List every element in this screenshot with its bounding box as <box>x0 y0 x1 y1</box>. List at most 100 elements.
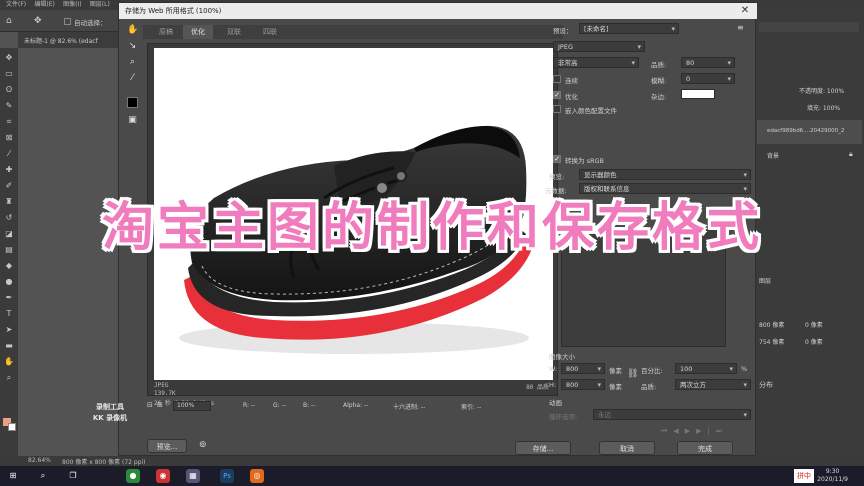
preview-button[interactable]: 预览... <box>147 439 187 453</box>
height-field[interactable]: 754 像素 <box>759 337 784 346</box>
lasso-icon[interactable]: ʘ <box>4 86 14 94</box>
frame-icon[interactable]: ⊠ <box>4 134 14 142</box>
browser-icon[interactable]: ⊚ <box>199 440 207 450</box>
blur-input[interactable]: 0 <box>681 73 735 84</box>
preview-mode-select[interactable]: 显示器颜色 <box>579 169 751 180</box>
browser-app-icon[interactable]: ● <box>126 469 140 483</box>
fill-field[interactable]: 填充: 100% <box>807 103 840 112</box>
blur-label: 模糊: <box>651 77 667 85</box>
media-app-icon[interactable]: ◉ <box>156 469 170 483</box>
width-field[interactable]: 800 像素 <box>759 320 784 329</box>
eyedropper-color-swatch[interactable] <box>127 97 138 108</box>
document-tab[interactable]: 未标题-1 @ 82.6% (edacf <box>18 32 118 48</box>
menu-layer[interactable]: 图层(L) <box>90 0 110 10</box>
slice-select-icon[interactable]: ↘ <box>127 41 138 52</box>
close-icon[interactable]: ✕ <box>739 3 751 19</box>
dialog-bottom-bar: ⊟ ⊞ 100% R: -- G: -- B: -- Alpha: -- 十六进… <box>143 401 563 455</box>
hand-icon[interactable]: ✋ <box>127 25 138 36</box>
menu-file[interactable]: 文件(F) <box>6 0 26 10</box>
shape-icon[interactable]: ▬ <box>4 342 14 350</box>
search-icon[interactable]: ⌕ <box>36 469 50 483</box>
marquee-icon[interactable]: ▭ <box>4 70 14 78</box>
width-label: W: <box>549 365 558 373</box>
layer-row-selected[interactable]: edacf989bd6....20429000_2 <box>757 120 862 144</box>
x-field[interactable]: 0 像素 <box>805 320 823 329</box>
hand-icon[interactable]: ✋ <box>4 358 14 366</box>
height-label: H: <box>549 381 557 389</box>
auto-select-label: 自动选择： <box>74 19 107 27</box>
clock-time: 9:30 <box>825 468 840 475</box>
distribute-label: 分布 <box>759 381 773 389</box>
percent-label: 百分比: <box>641 367 663 375</box>
ime-indicator[interactable]: 拼中 <box>794 469 814 483</box>
move-tool-icon[interactable]: ✥ <box>34 16 42 26</box>
percent-input[interactable]: 100 <box>675 363 737 374</box>
pen-icon[interactable]: ✒ <box>4 294 14 302</box>
menu-edit[interactable]: 编辑(E) <box>34 0 54 10</box>
embed-profile-checkbox[interactable] <box>553 105 561 113</box>
preset-select[interactable]: [未命名] <box>579 23 679 34</box>
zoom-icon[interactable]: ⌕ <box>4 374 14 382</box>
photoshop-app-icon[interactable]: Ps <box>220 469 234 483</box>
background-color-swatch[interactable] <box>8 423 16 431</box>
start-icon[interactable]: ⊞ <box>6 469 20 483</box>
height-input[interactable]: 800 <box>561 379 605 390</box>
eyedropper-icon[interactable]: ⁄ <box>127 73 138 84</box>
calculator-icon[interactable]: ▦ <box>186 469 200 483</box>
task-view-icon[interactable]: ❐ <box>66 469 80 483</box>
path-select-icon[interactable]: ➤ <box>4 326 14 334</box>
compression-select[interactable]: 非常高 <box>553 57 639 68</box>
panel-tabs[interactable] <box>759 22 859 32</box>
status-bar: 82.64% 800 像素 x 800 像素 (72 ppi) <box>0 456 864 466</box>
optimized-checkbox[interactable]: ✓ <box>553 91 561 99</box>
optimized-label: 优化 <box>565 93 578 101</box>
quick-select-icon[interactable]: ✎ <box>4 102 14 110</box>
progressive-checkbox[interactable] <box>553 75 561 83</box>
auto-select-checkbox[interactable] <box>64 18 71 25</box>
dialog-tools: ✋ ↘ ⌕ ⁄ ▣ <box>123 23 141 143</box>
eyedropper-icon[interactable]: ⁄ <box>4 150 14 158</box>
resample-select[interactable]: 两次立方 <box>675 379 751 390</box>
zoom-in-icon[interactable]: ⊞ <box>157 401 163 409</box>
view-tabs: 原稿 优化 双联 四联 <box>143 25 563 39</box>
resample-label: 品质: <box>641 383 657 391</box>
crop-icon[interactable]: ⌗ <box>4 118 14 126</box>
convert-srgb-checkbox[interactable]: ✓ <box>553 155 561 163</box>
toggle-slices-icon[interactable]: ▣ <box>127 115 138 126</box>
height-unit: 像素 <box>609 383 622 391</box>
zoom-icon[interactable]: ⌕ <box>127 57 138 68</box>
readout-g: G: -- <box>273 402 286 409</box>
tab-4up[interactable]: 四联 <box>255 25 285 39</box>
width-input[interactable]: 800 <box>561 363 605 374</box>
readout-index: 索引: -- <box>461 404 482 411</box>
home-icon[interactable]: ⌂ <box>6 16 12 26</box>
y-field[interactable]: 0 像素 <box>805 337 823 346</box>
recorder-app-icon[interactable]: ◎ <box>250 469 264 483</box>
tab-optimized[interactable]: 优化 <box>183 25 213 39</box>
loop-label: 循环选项: <box>549 413 578 421</box>
menu-image[interactable]: 图像(I) <box>63 0 81 10</box>
taskbar: ⊞ ⌕ ❐ ● ◉ ▦ Ps ◎ 拼中 9:30 2020/11/9 <box>0 466 864 486</box>
document-tab-label: 未标题-1 @ 82.6% (edacf <box>24 38 98 45</box>
quality-label: 品质: <box>651 61 667 69</box>
menu-icon[interactable]: ≡ <box>737 23 744 32</box>
tray-clock[interactable]: 9:30 2020/11/9 <box>817 468 848 484</box>
bg-section-label: 图层 <box>759 278 772 285</box>
link-icon[interactable]: ⛓ <box>627 369 638 379</box>
embed-profile-label: 嵌入颜色配置文件 <box>565 107 617 115</box>
move-icon[interactable]: ✥ <box>4 54 14 62</box>
type-icon[interactable]: T <box>4 310 14 318</box>
format-select[interactable]: JPEG <box>553 41 645 52</box>
matte-color-swatch[interactable] <box>681 89 715 99</box>
tab-original[interactable]: 原稿 <box>151 25 181 39</box>
layer-row-background[interactable]: 背景 🔒︎ <box>757 148 862 162</box>
opacity-field[interactable]: 不透明度: 100% <box>799 86 844 95</box>
tab-2up[interactable]: 双联 <box>219 25 249 39</box>
convert-srgb-label: 转换为 sRGB <box>565 157 604 165</box>
progressive-label: 连续 <box>565 77 578 85</box>
dodge-icon[interactable]: ● <box>4 278 14 286</box>
recorder-watermark: 录制工具 KK 录像机 <box>70 402 150 424</box>
zoom-select[interactable]: 100% <box>173 401 211 411</box>
quality-input[interactable]: 80 <box>681 57 735 68</box>
healing-icon[interactable]: ✚ <box>4 166 14 174</box>
